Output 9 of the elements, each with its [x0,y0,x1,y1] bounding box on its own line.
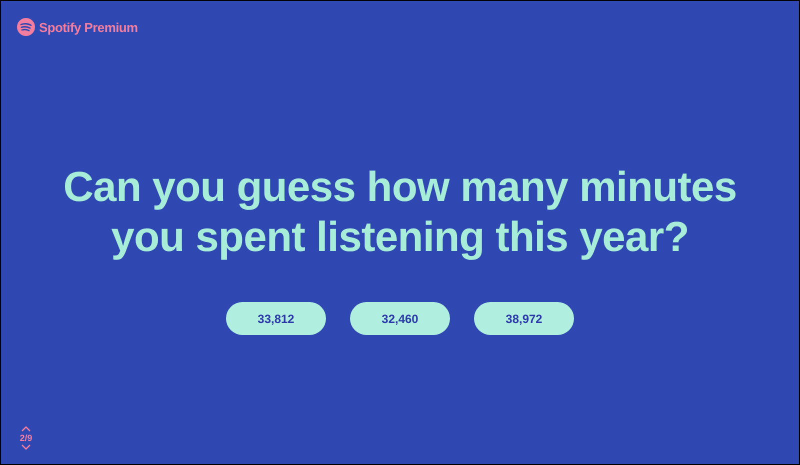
answer-button[interactable]: 33,812 [226,302,326,335]
spotify-logo-icon [17,18,35,36]
brand-name: Spotify Premium [39,20,138,34]
page-counter: 2/9 [20,433,32,443]
answer-button[interactable]: 32,460 [350,302,450,335]
up-chevron-icon[interactable] [21,426,31,432]
answer-button[interactable]: 38,972 [474,302,574,335]
question-heading: Can you guess how many minutes you spent listening this year? [62,162,738,262]
down-chevron-icon[interactable] [21,444,31,450]
